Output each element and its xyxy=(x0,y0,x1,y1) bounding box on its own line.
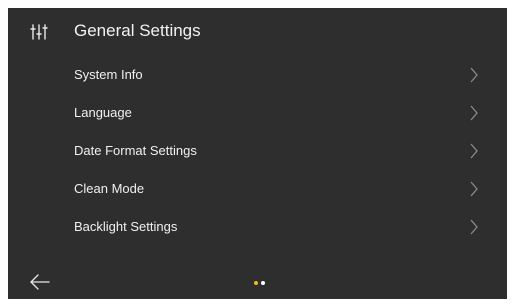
page-title: General Settings xyxy=(74,21,201,40)
menu-item-label: Clean Mode xyxy=(74,181,145,196)
chevron-right-icon xyxy=(470,67,478,83)
menu-item-backlight-settings[interactable]: Backlight Settings xyxy=(8,208,507,246)
chevron-right-icon xyxy=(470,105,478,121)
menu-item-date-format-settings[interactable]: Date Format Settings xyxy=(8,132,507,170)
settings-screen: General Settings System Info Language Da… xyxy=(8,8,507,299)
chevron-right-icon xyxy=(470,143,478,159)
page-dot-active xyxy=(254,281,258,285)
menu-item-label: Language xyxy=(74,105,132,120)
menu-item-label: System Info xyxy=(74,67,143,82)
menu-item-label: Date Format Settings xyxy=(74,143,197,158)
header: General Settings xyxy=(8,8,507,56)
page-indicator xyxy=(254,281,268,287)
page-dot xyxy=(261,281,265,285)
chevron-right-icon xyxy=(470,219,478,235)
menu-item-clean-mode[interactable]: Clean Mode xyxy=(8,170,507,208)
menu-item-system-info[interactable]: System Info xyxy=(8,56,507,94)
chevron-right-icon xyxy=(470,181,478,197)
footer xyxy=(8,265,507,299)
menu-item-label: Backlight Settings xyxy=(74,219,178,234)
settings-menu: System Info Language Date Format Setting… xyxy=(8,56,507,246)
arrow-left-icon[interactable] xyxy=(28,271,52,293)
menu-item-language[interactable]: Language xyxy=(8,94,507,132)
settings-sliders-icon xyxy=(30,24,48,40)
